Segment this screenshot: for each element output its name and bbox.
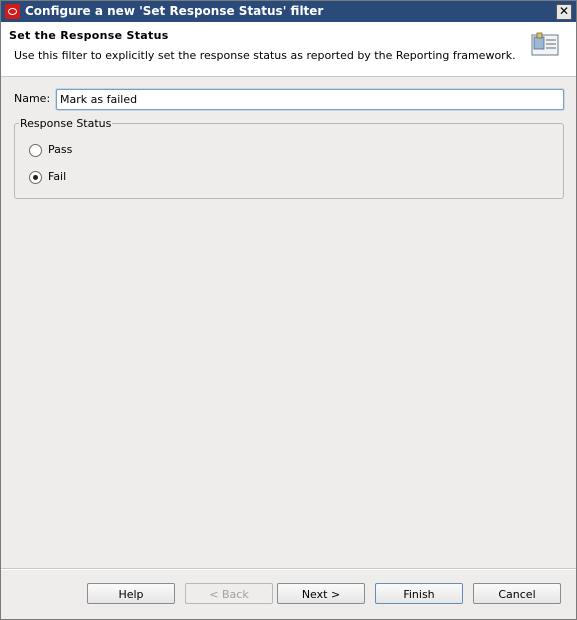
pass-radio[interactable]	[29, 144, 42, 157]
wizard-header: Set the Response Status Use this filter …	[1, 22, 576, 77]
back-button[interactable]: < Back	[185, 583, 273, 604]
page-title: Set the Response Status	[9, 29, 169, 42]
oracle-app-icon	[5, 4, 20, 19]
pass-label[interactable]: Pass	[48, 143, 72, 156]
dialog-window: Configure a new 'Set Response Status' fi…	[0, 0, 577, 620]
fail-radio[interactable]	[29, 171, 42, 184]
group-title: Response Status	[19, 117, 113, 130]
fail-label[interactable]: Fail	[48, 170, 66, 183]
response-status-group: Response Status Pass Fail	[14, 117, 564, 199]
clipboard-filter-icon	[531, 32, 559, 56]
footer-divider	[1, 568, 576, 570]
finish-button[interactable]: Finish	[375, 583, 463, 604]
help-button[interactable]: Help	[87, 583, 175, 604]
name-label: Name:	[14, 92, 51, 105]
window-title: Configure a new 'Set Response Status' fi…	[25, 4, 324, 18]
next-button[interactable]: Next >	[277, 583, 365, 604]
cancel-button[interactable]: Cancel	[473, 583, 561, 604]
page-description: Use this filter to explicitly set the re…	[14, 49, 516, 62]
close-button[interactable]: ✕	[556, 4, 572, 20]
name-input[interactable]	[56, 89, 564, 110]
title-bar[interactable]: Configure a new 'Set Response Status' fi…	[1, 1, 576, 22]
